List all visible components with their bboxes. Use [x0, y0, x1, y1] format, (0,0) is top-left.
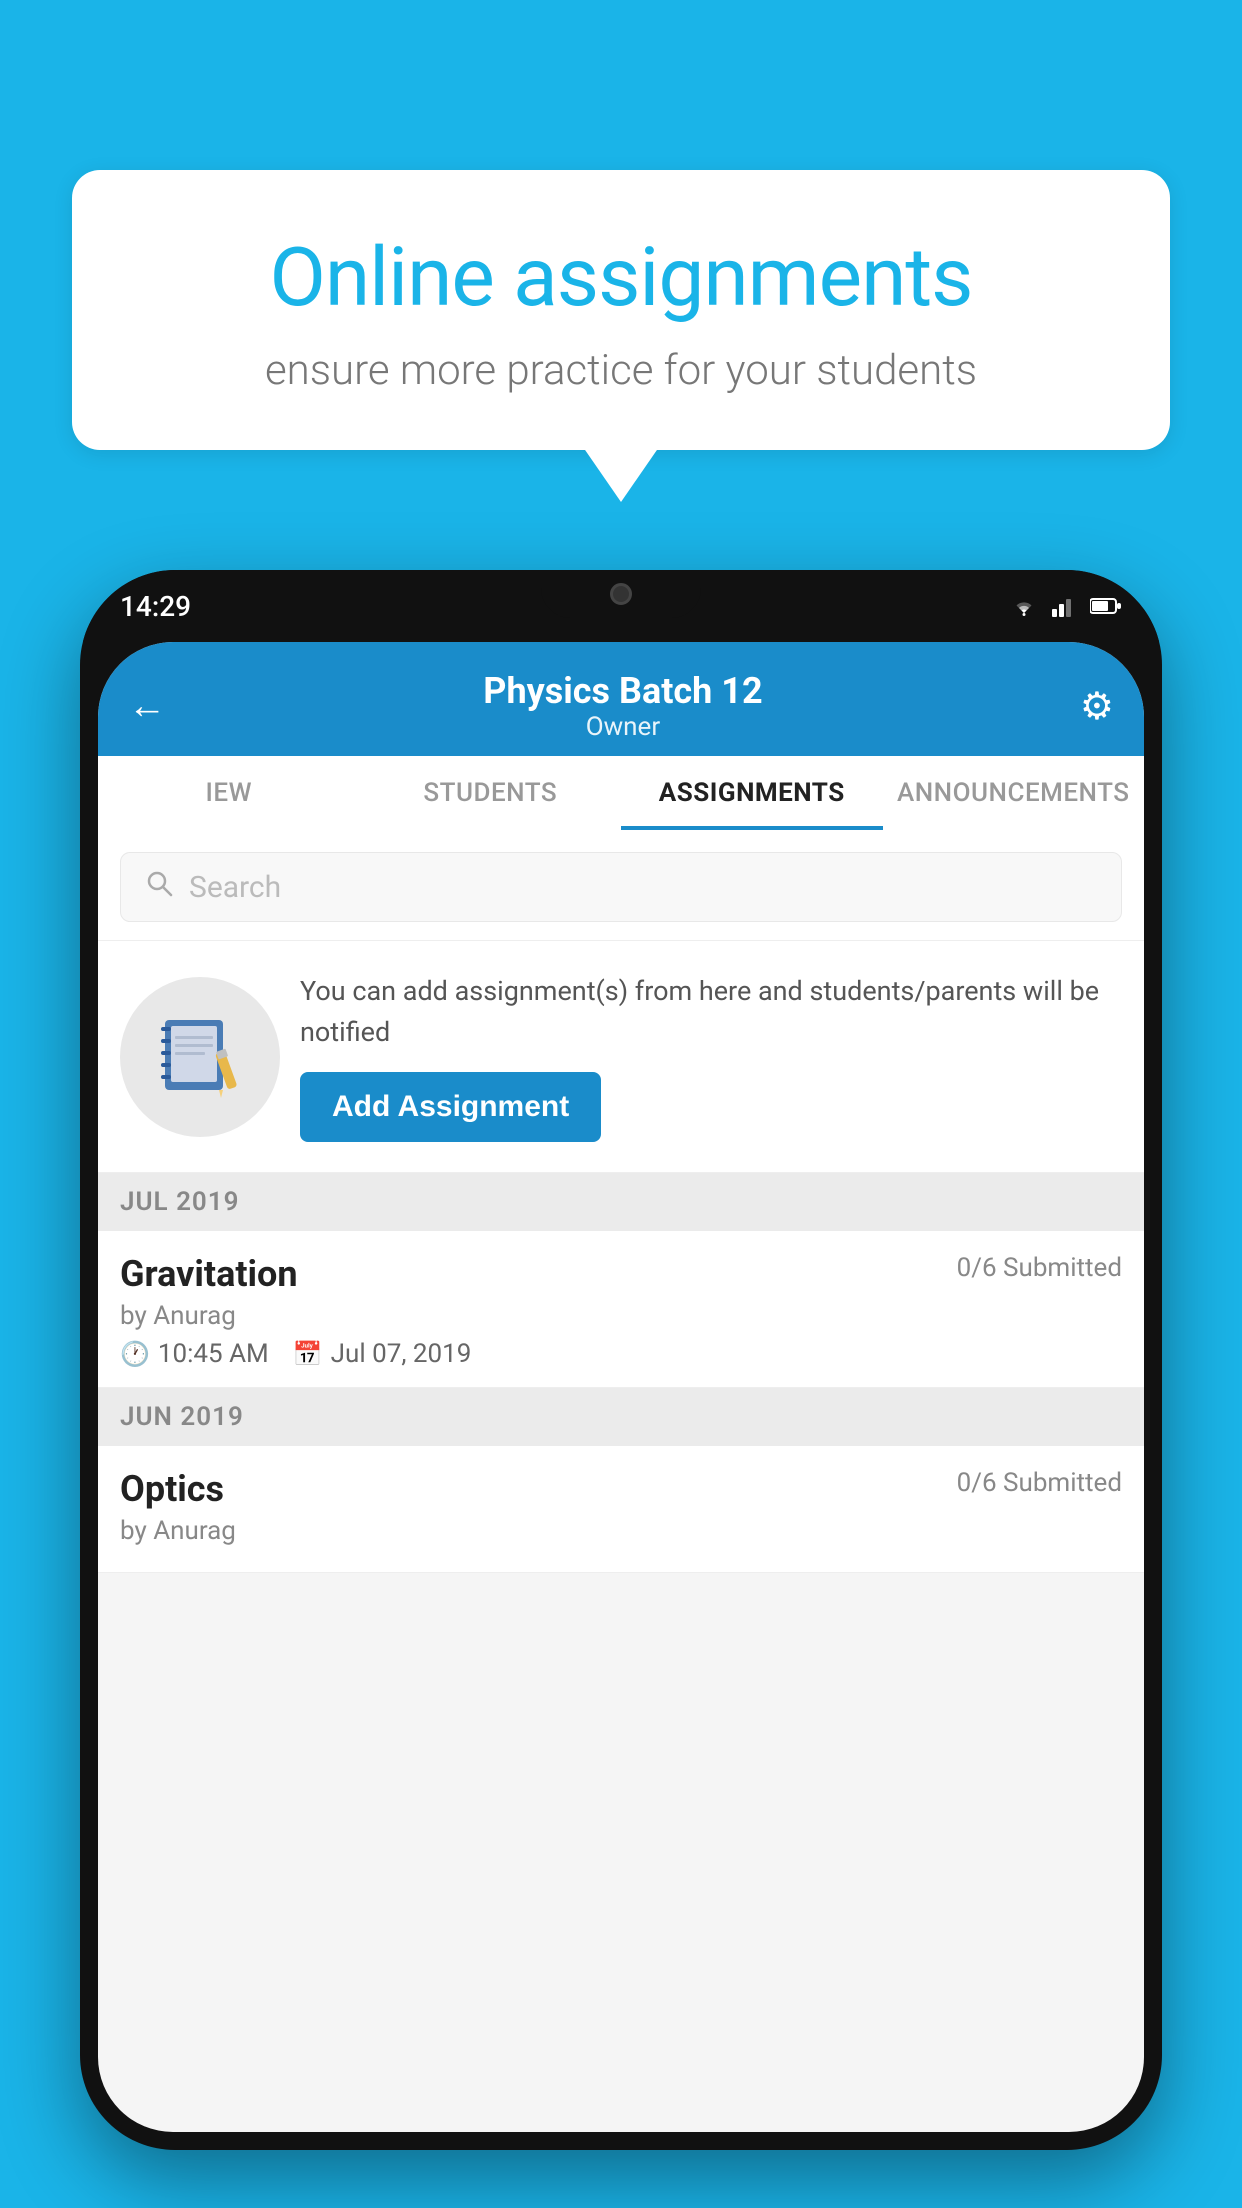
- assignment-gravitation[interactable]: Gravitation 0/6 Submitted by Anurag 🕐 10…: [98, 1231, 1144, 1388]
- assignment-submitted-optics: 0/6 Submitted: [957, 1468, 1122, 1498]
- header-subtitle: Owner: [483, 712, 762, 742]
- notebook-icon: [155, 1012, 245, 1102]
- search-container: Search: [98, 830, 1144, 941]
- tab-assignments[interactable]: ASSIGNMENTS: [621, 756, 883, 830]
- promo-section: You can add assignment(s) from here and …: [98, 941, 1144, 1173]
- tab-announcements[interactable]: ANNOUNCEMENTS: [883, 756, 1145, 830]
- assignment-time: 🕐 10:45 AM: [120, 1339, 269, 1369]
- phone-container: 14:29: [80, 570, 1162, 2150]
- status-icons: [1010, 595, 1122, 617]
- phone-screen: ← Physics Batch 12 Owner ⚙ IEW STUDENTS …: [98, 642, 1144, 2132]
- header-top: ← Physics Batch 12 Owner ⚙: [128, 660, 1114, 756]
- promo-text: You can add assignment(s) from here and …: [300, 971, 1122, 1052]
- signal-icon: [1052, 595, 1076, 617]
- wifi-icon: [1010, 595, 1038, 617]
- app-header: ← Physics Batch 12 Owner ⚙: [98, 642, 1144, 756]
- speech-bubble-subtitle: ensure more practice for your students: [142, 346, 1100, 395]
- assignment-time-value: 10:45 AM: [158, 1339, 269, 1369]
- front-camera: [610, 583, 632, 605]
- search-placeholder: Search: [189, 870, 281, 905]
- calendar-icon: 📅: [293, 1340, 323, 1368]
- assignment-date-value: Jul 07, 2019: [331, 1339, 472, 1369]
- assignment-optics[interactable]: Optics 0/6 Submitted by Anurag: [98, 1446, 1144, 1573]
- header-title-area: Physics Batch 12 Owner: [483, 670, 762, 742]
- phone-frame: 14:29: [80, 570, 1162, 2150]
- tab-iew[interactable]: IEW: [98, 756, 360, 830]
- assignment-name-gravitation: Gravitation: [120, 1253, 298, 1295]
- settings-button[interactable]: ⚙: [1080, 684, 1114, 729]
- promo-right: You can add assignment(s) from here and …: [300, 971, 1122, 1142]
- tab-students[interactable]: STUDENTS: [360, 756, 622, 830]
- status-time: 14:29: [120, 590, 191, 623]
- assignment-date: 📅 Jul 07, 2019: [293, 1339, 472, 1369]
- assignment-row1-optics: Optics 0/6 Submitted: [120, 1468, 1122, 1510]
- notch: [541, 570, 701, 618]
- assignment-name-optics: Optics: [120, 1468, 224, 1510]
- assignment-by-optics: by Anurag: [120, 1516, 1122, 1546]
- add-assignment-button[interactable]: Add Assignment: [300, 1072, 601, 1142]
- promo-icon-circle: [120, 977, 280, 1137]
- assignment-row1: Gravitation 0/6 Submitted: [120, 1253, 1122, 1295]
- month-header-jun: JUN 2019: [98, 1388, 1144, 1446]
- speech-bubble: Online assignments ensure more practice …: [72, 170, 1170, 450]
- clock-icon: 🕐: [120, 1340, 150, 1368]
- assignment-submitted-gravitation: 0/6 Submitted: [957, 1253, 1122, 1283]
- tabs-bar: IEW STUDENTS ASSIGNMENTS ANNOUNCEMENTS: [98, 756, 1144, 830]
- header-title: Physics Batch 12: [483, 670, 762, 712]
- search-bar[interactable]: Search: [120, 852, 1122, 922]
- speech-bubble-container: Online assignments ensure more practice …: [72, 170, 1170, 450]
- back-button[interactable]: ←: [128, 684, 166, 728]
- assignment-meta-gravitation: 🕐 10:45 AM 📅 Jul 07, 2019: [120, 1339, 1122, 1369]
- search-icon: [145, 869, 173, 905]
- speech-bubble-title: Online assignments: [142, 230, 1100, 326]
- battery-icon: [1090, 597, 1122, 615]
- month-header-jul: JUL 2019: [98, 1173, 1144, 1231]
- assignment-by-gravitation: by Anurag: [120, 1301, 1122, 1331]
